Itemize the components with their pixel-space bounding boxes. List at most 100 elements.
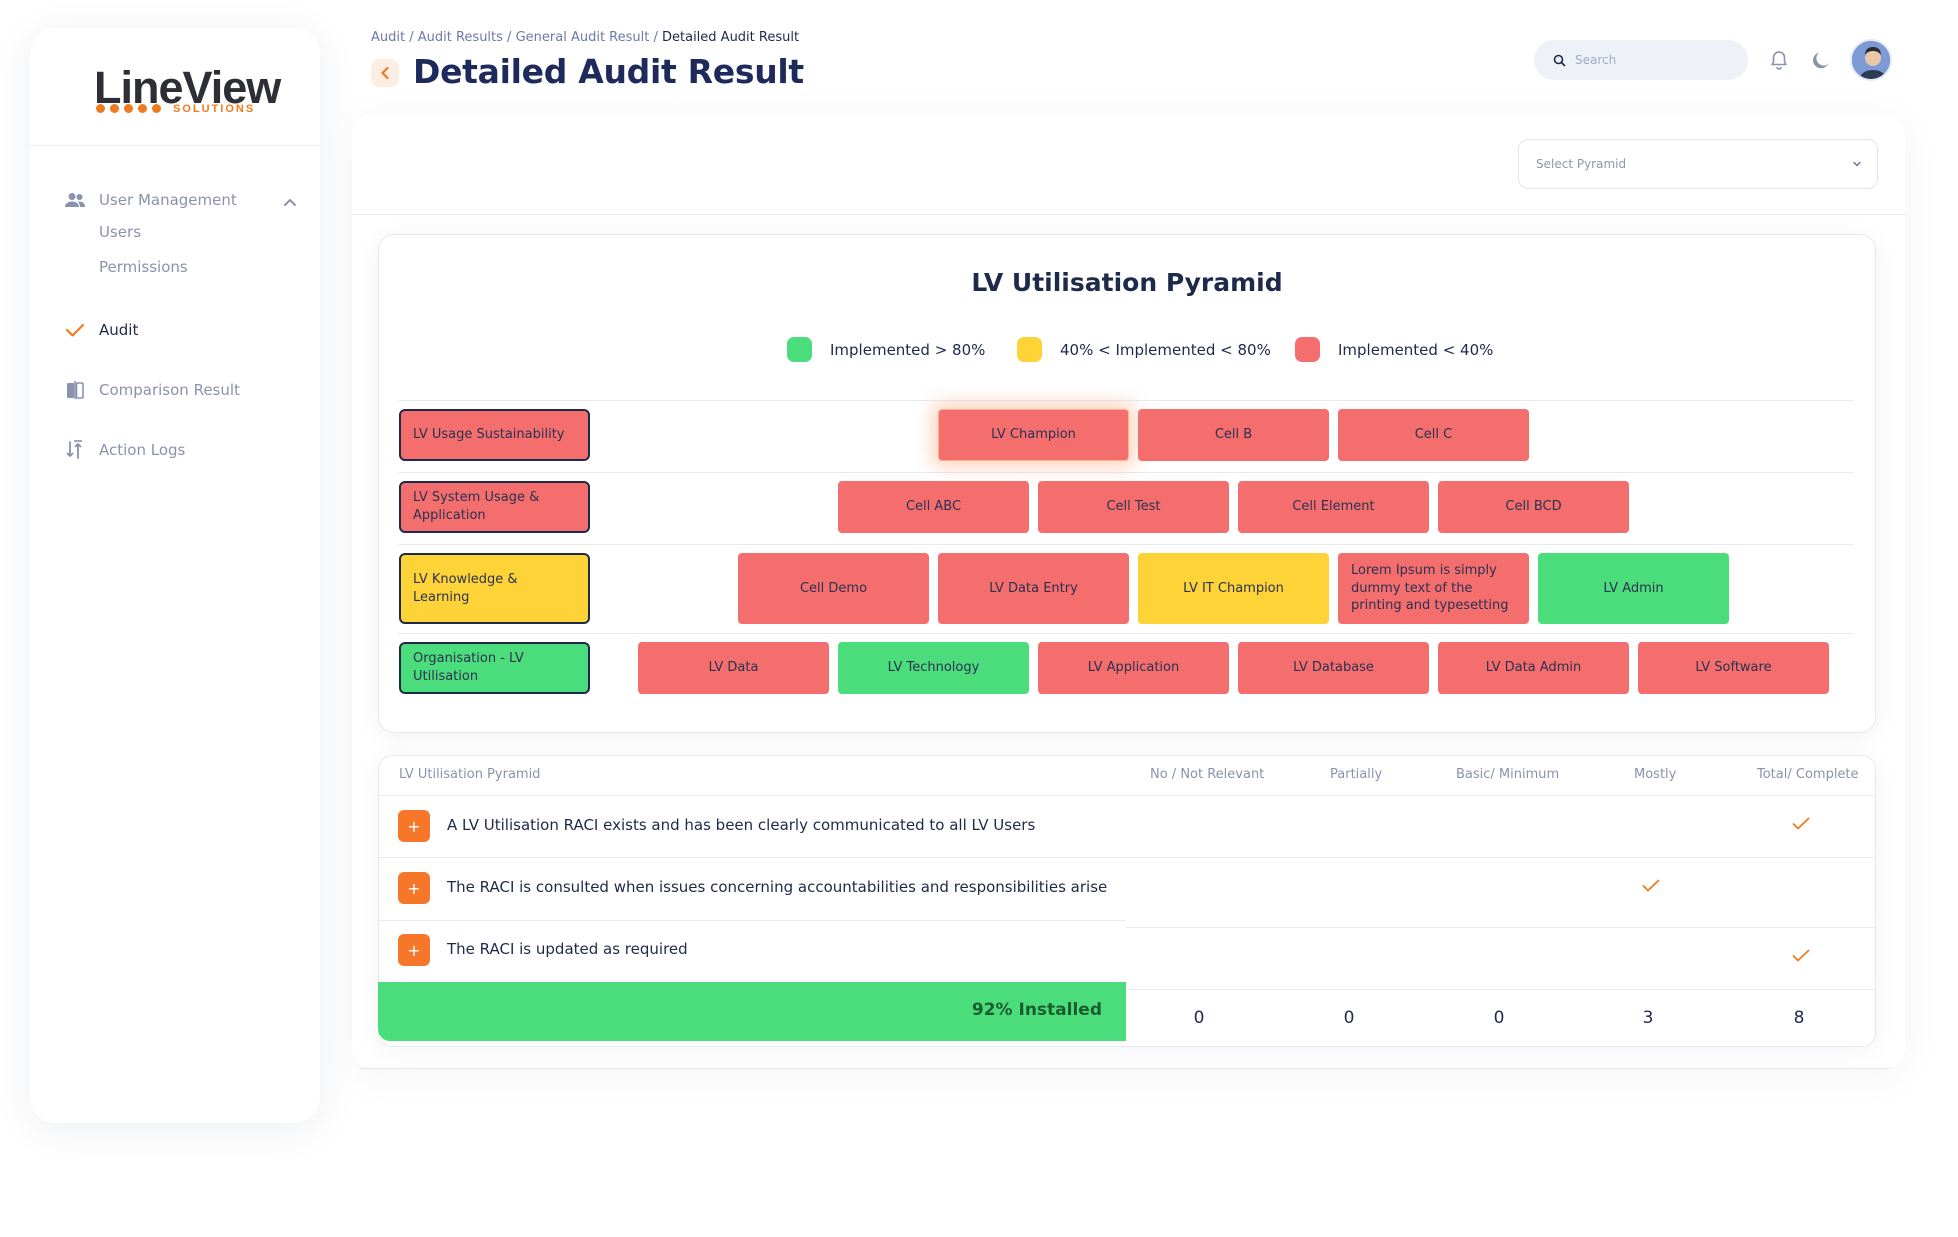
sidebar-item-label: Audit xyxy=(99,321,139,339)
check-icon xyxy=(1642,879,1660,892)
installed-bar: 92% Installed xyxy=(378,982,1126,1041)
pyramid-cell[interactable]: Cell Test xyxy=(1038,481,1229,533)
legend-item-yellow: 40% < Implemented < 80% xyxy=(1017,337,1271,362)
select-pyramid-dropdown[interactable]: Select Pyramid xyxy=(1518,139,1878,189)
pyramid-title: LV Utilisation Pyramid xyxy=(971,268,1283,297)
pyramid-cell[interactable]: LV Data xyxy=(638,642,829,694)
pyramid-cell[interactable]: Cell Demo xyxy=(738,553,929,624)
pyramid-cell[interactable]: LV Database xyxy=(1238,642,1429,694)
legend-item-green: Implemented > 80% xyxy=(787,337,985,362)
legend-label: 40% < Implemented < 80% xyxy=(1060,340,1271,359)
breadcrumb-general-audit-result[interactable]: General Audit Result xyxy=(516,30,650,45)
pyramid-cell[interactable]: Cell B xyxy=(1138,409,1329,461)
sidebar-item-label: User Management xyxy=(99,191,237,209)
divider xyxy=(352,214,1905,215)
total-basic: 0 xyxy=(1493,1008,1505,1028)
pyramid-cell[interactable]: Cell BCD xyxy=(1438,481,1629,533)
divider xyxy=(398,400,1854,401)
sidebar-item-users[interactable]: Users xyxy=(99,223,141,241)
total-no-relevant: 0 xyxy=(1193,1008,1205,1028)
sidebar-item-label: Action Logs xyxy=(99,441,186,459)
breadcrumb-sep: / xyxy=(405,30,418,45)
sidebar: LineView SOLUTIONS User Management Users… xyxy=(30,28,320,1123)
table-row-question: A LV Utilisation RACI exists and has bee… xyxy=(447,816,1036,834)
check-icon xyxy=(1792,949,1810,962)
bell-icon[interactable] xyxy=(1768,49,1790,71)
check-icon xyxy=(1792,817,1810,830)
app-root: LineView SOLUTIONS User Management Users… xyxy=(0,0,1958,1237)
sidebar-item-user-management[interactable]: User Management xyxy=(63,188,237,212)
breadcrumb-sep: / xyxy=(649,30,662,45)
total-complete: 8 xyxy=(1793,1008,1805,1028)
pyramid-cell[interactable]: LV Data Admin xyxy=(1438,642,1629,694)
legend-label: Implemented > 80% xyxy=(830,340,986,359)
breadcrumb-sep: / xyxy=(502,30,516,45)
sidebar-item-label: Comparison Result xyxy=(99,381,240,399)
sidebar-item-audit[interactable]: Audit xyxy=(63,318,138,342)
table-row-question: The RACI is updated as required xyxy=(447,940,688,958)
table-header: Mostly xyxy=(1634,767,1677,782)
chevron-up-icon[interactable] xyxy=(281,194,299,212)
pyramid-cell[interactable]: Cell ABC xyxy=(838,481,1029,533)
pyramid-cell[interactable]: LV IT Champion xyxy=(1138,553,1329,624)
table-header: LV Utilisation Pyramid xyxy=(399,767,541,782)
legend-label: Implemented < 40% xyxy=(1338,340,1494,359)
table-header: Partially xyxy=(1330,767,1383,782)
page-title: Detailed Audit Result xyxy=(413,52,804,91)
divider xyxy=(398,472,1854,473)
breadcrumb-audit[interactable]: Audit xyxy=(371,30,405,45)
expand-button[interactable]: + xyxy=(398,934,430,966)
installed-label: 92% Installed xyxy=(971,1000,1102,1020)
table-header: No / Not Relevant xyxy=(1150,767,1265,782)
divider xyxy=(378,920,1126,921)
brand-logo[interactable]: LineView SOLUTIONS xyxy=(30,28,320,146)
expand-button[interactable]: + xyxy=(398,810,430,842)
pyramid-row-label[interactable]: LV Usage Sustainability xyxy=(399,409,590,461)
pyramid-cell[interactable]: Cell Element xyxy=(1238,481,1429,533)
sidebar-item-action-logs[interactable]: Action Logs xyxy=(63,438,185,462)
pyramid-cell[interactable]: Cell C xyxy=(1338,409,1529,461)
table-header: Basic/ Minimum xyxy=(1456,767,1560,782)
divider xyxy=(360,1068,1890,1069)
chevron-down-icon xyxy=(1853,161,1861,167)
divider xyxy=(1126,927,1876,928)
legend-swatch xyxy=(787,337,812,362)
pyramid-cell[interactable]: LV Admin xyxy=(1538,553,1729,624)
check-icon xyxy=(63,318,87,342)
divider xyxy=(398,544,1854,545)
total-partially: 0 xyxy=(1343,1008,1355,1028)
pyramid-cell[interactable]: LV Champion xyxy=(938,409,1129,461)
total-mostly: 3 xyxy=(1642,1008,1654,1028)
pyramid-cell[interactable]: LV Software xyxy=(1638,642,1829,694)
moon-icon[interactable] xyxy=(1810,49,1832,71)
legend-swatch xyxy=(1017,337,1042,362)
brand-sub: SOLUTIONS xyxy=(173,103,256,115)
avatar[interactable] xyxy=(1850,39,1892,81)
pyramid-cell[interactable]: Lorem Ipsum is simply dummy text of the … xyxy=(1338,553,1529,624)
pyramid-row-label[interactable]: Organisation - LV Utilisation xyxy=(399,642,590,694)
table-header: Total/ Complete xyxy=(1757,767,1859,782)
compare-icon xyxy=(63,378,87,402)
search-input[interactable] xyxy=(1575,53,1735,67)
user-avatar-icon xyxy=(1852,41,1890,79)
divider xyxy=(378,857,1876,858)
search-icon xyxy=(1553,54,1566,66)
pyramid-row-label[interactable]: LV Knowledge & Learning xyxy=(399,553,590,624)
sidebar-item-permissions[interactable]: Permissions xyxy=(99,258,188,276)
logs-icon xyxy=(63,438,87,462)
pyramid-cell[interactable]: LV Data Entry xyxy=(938,553,1129,624)
breadcrumb-audit-results[interactable]: Audit Results xyxy=(418,30,503,45)
legend-item-red: Implemented < 40% xyxy=(1295,337,1493,362)
divider xyxy=(1126,989,1876,990)
pyramid-cell[interactable]: LV Application xyxy=(1038,642,1229,694)
select-placeholder: Select Pyramid xyxy=(1536,157,1627,171)
sidebar-item-comparison-result[interactable]: Comparison Result xyxy=(63,378,240,402)
divider xyxy=(398,633,1854,634)
back-button[interactable] xyxy=(371,59,399,87)
expand-button[interactable]: + xyxy=(398,872,430,904)
breadcrumb: Audit / Audit Results / General Audit Re… xyxy=(371,30,799,45)
table-row-question: The RACI is consulted when issues concer… xyxy=(447,878,1108,896)
pyramid-row-label[interactable]: LV System Usage & Application xyxy=(399,481,590,533)
pyramid-cell[interactable]: LV Technology xyxy=(838,642,1029,694)
search-box[interactable] xyxy=(1534,40,1748,80)
